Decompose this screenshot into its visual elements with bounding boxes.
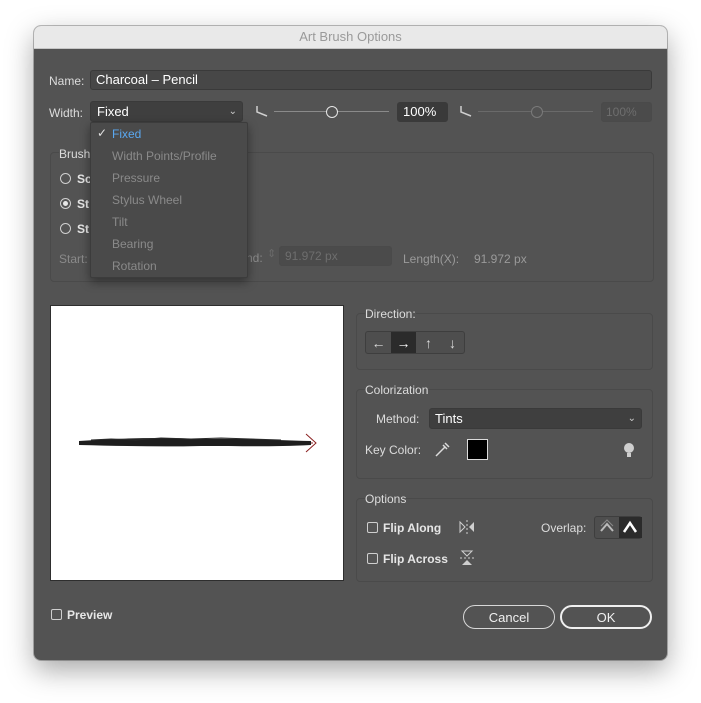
variation-percent-input: 100%	[601, 102, 652, 122]
options-label: Options	[365, 492, 407, 506]
brush-stroke-preview	[79, 433, 317, 453]
stretch-guides-label: St	[77, 222, 89, 236]
brush-preview	[50, 305, 344, 581]
brush-scale-label: Brush	[59, 147, 93, 161]
colorization-group	[356, 389, 653, 479]
stretch-to-fit-radio[interactable]	[60, 198, 71, 209]
direction-label: Direction:	[365, 307, 416, 321]
overlap-adjust-icon[interactable]	[597, 519, 617, 536]
flip-across-checkbox[interactable]	[367, 553, 378, 564]
flip-along-checkbox[interactable]	[367, 522, 378, 533]
flip-along-label: Flip Along	[383, 521, 442, 535]
method-select-value: Tints	[435, 411, 463, 426]
arrow-left-icon[interactable]: ←	[366, 332, 391, 353]
art-brush-options-dialog: Art Brush Options Name: Charcoal – Penci…	[34, 26, 667, 660]
name-input[interactable]: Charcoal – Pencil	[90, 70, 652, 90]
width-percent-input[interactable]: 100%	[397, 102, 448, 122]
width-select-value: Fixed	[97, 104, 129, 119]
key-color-label: Key Color:	[365, 443, 422, 457]
dialog-title: Art Brush Options	[34, 26, 667, 49]
name-label: Name:	[49, 74, 85, 88]
overlap-buttons	[594, 516, 642, 539]
preview-checkbox[interactable]	[51, 609, 62, 620]
arrow-up-icon[interactable]: ↑	[416, 332, 441, 353]
overlap-none-button[interactable]	[619, 517, 642, 538]
end-label: nd:	[246, 251, 263, 265]
flip-along-icon	[459, 520, 474, 534]
arrow-right-icon[interactable]: →	[391, 332, 416, 353]
width-min-icon	[256, 106, 268, 117]
width-dropdown-menu: ✓ Fixed Width Points/Profile Pressure St…	[90, 122, 248, 278]
preview-label: Preview	[67, 608, 113, 622]
method-label: Method:	[376, 412, 420, 426]
eyedropper-icon[interactable]	[433, 441, 451, 459]
overlap-label: Overlap:	[541, 521, 587, 535]
flip-across-icon	[460, 550, 474, 565]
lightbulb-icon[interactable]	[622, 442, 636, 460]
method-select[interactable]: Tints ⌄	[429, 408, 642, 429]
start-label: Start:	[59, 252, 88, 266]
width-option-pressure[interactable]: Pressure	[112, 171, 160, 185]
length-value: 91.972 px	[474, 252, 527, 266]
stretch-guides-radio[interactable]	[60, 223, 71, 234]
width-option-fixed[interactable]: Fixed	[112, 127, 141, 141]
checkmark-icon: ✓	[97, 126, 108, 140]
scale-proportionately-radio[interactable]	[60, 173, 71, 184]
direction-buttons: ← → ↑ ↓	[365, 331, 465, 354]
width-option-width-points[interactable]: Width Points/Profile	[112, 149, 217, 163]
end-stepper-icon: ⇕	[267, 248, 277, 260]
width-max-icon	[460, 106, 472, 117]
options-group	[356, 498, 653, 582]
ok-button[interactable]: OK	[560, 605, 652, 629]
width-select[interactable]: Fixed ⌄	[90, 101, 243, 122]
width-option-stylus-wheel[interactable]: Stylus Wheel	[112, 193, 182, 207]
width-option-bearing[interactable]: Bearing	[112, 237, 153, 251]
width-slider-thumb[interactable]	[326, 106, 338, 118]
chevron-down-icon: ⌄	[627, 413, 636, 424]
chevron-down-icon: ⌄	[228, 106, 237, 117]
stretch-radio-label: St	[77, 197, 89, 211]
flip-across-label: Flip Across	[383, 552, 448, 566]
width-label: Width:	[49, 106, 84, 120]
colorization-label: Colorization	[365, 383, 429, 397]
arrow-down-icon[interactable]: ↓	[440, 332, 465, 353]
width-option-tilt[interactable]: Tilt	[112, 215, 128, 229]
variation-slider-thumb	[531, 106, 543, 118]
length-label: Length(X):	[403, 252, 460, 266]
width-option-rotation[interactable]: Rotation	[112, 259, 157, 273]
overlap-none-icon	[622, 520, 638, 533]
cancel-button[interactable]: Cancel	[463, 605, 555, 629]
end-input: 91.972 px	[279, 246, 392, 266]
key-color-swatch[interactable]	[467, 439, 488, 460]
